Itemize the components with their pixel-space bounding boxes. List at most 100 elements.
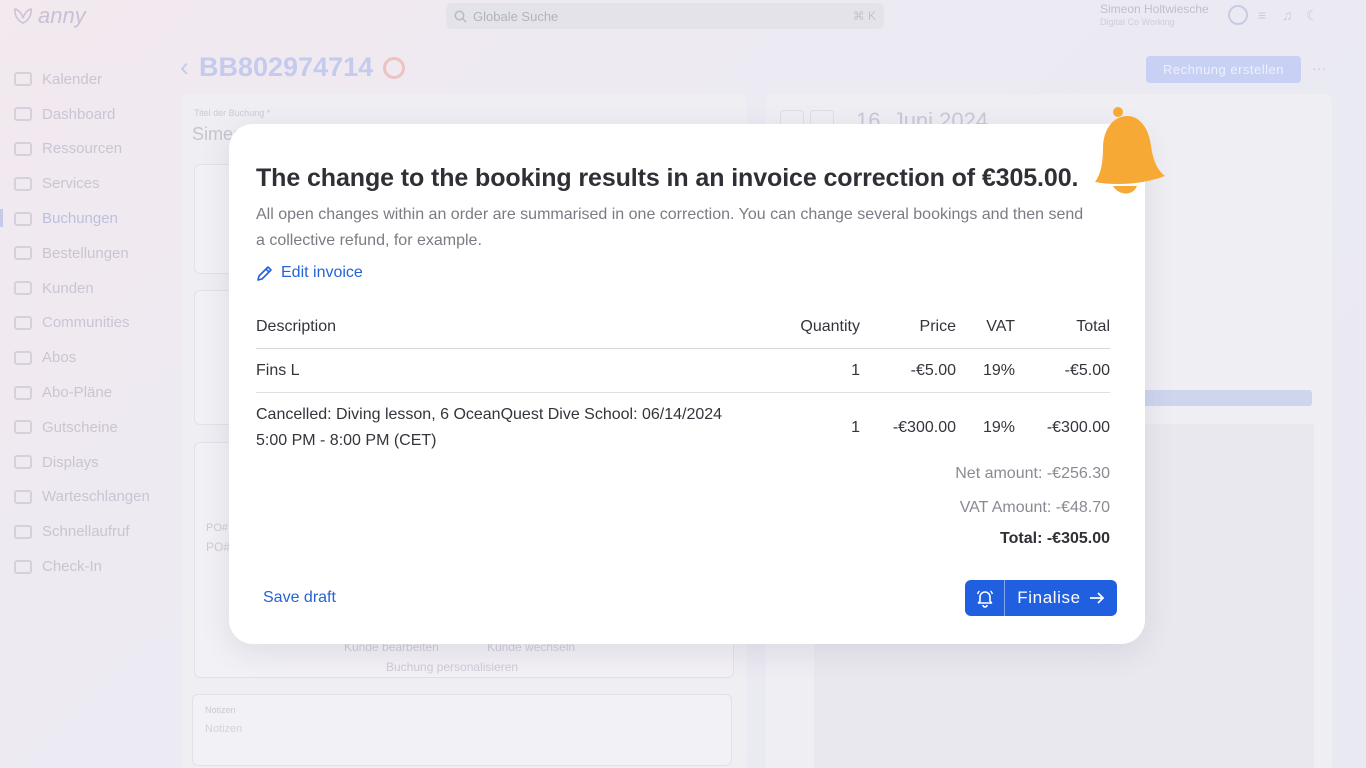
sidebar-item-displays[interactable]: Displays bbox=[0, 445, 180, 480]
booking-id: BB802974714 bbox=[199, 52, 374, 82]
avatar[interactable] bbox=[1228, 5, 1248, 25]
tag-icon bbox=[14, 420, 32, 435]
sidebar-item-label: Ressourcen bbox=[42, 140, 123, 158]
arrow-right-icon bbox=[1089, 592, 1104, 604]
notes-label: Notizen bbox=[205, 705, 236, 715]
check-in-icon bbox=[14, 559, 32, 574]
notes-input[interactable]: Notizen bbox=[205, 723, 242, 735]
sidebar-item-warteschlangen[interactable]: Warteschlangen bbox=[0, 480, 180, 515]
header-total: Total bbox=[1076, 318, 1110, 335]
cart-icon bbox=[14, 246, 32, 261]
sidebar-item-label: Schnellaufruf bbox=[42, 523, 130, 541]
header-price: Price bbox=[919, 318, 956, 335]
sidebar-item-label: Displays bbox=[42, 453, 99, 471]
table-header: Description Quantity Price VAT Total bbox=[256, 306, 1110, 349]
users-icon bbox=[14, 281, 32, 296]
sidebar-item-check-in[interactable]: Check-In bbox=[0, 549, 180, 584]
sidebar-item-kunden[interactable]: Kunden bbox=[0, 271, 180, 306]
app-name: anny bbox=[38, 3, 86, 28]
sidebar-item-services[interactable]: Services bbox=[0, 166, 180, 201]
dark-mode-icon[interactable]: ☾ bbox=[1306, 8, 1320, 22]
total-amount: Total: -€305.00 bbox=[1000, 530, 1110, 547]
header-vat: VAT bbox=[986, 318, 1015, 335]
finalise-label: Finalise bbox=[1017, 588, 1081, 607]
bell-icon bbox=[1095, 107, 1165, 194]
sidebar-item-bestellungen[interactable]: Bestellungen bbox=[0, 236, 180, 271]
app-logo: anny bbox=[12, 3, 86, 29]
po-value[interactable]: PO# bbox=[206, 540, 230, 554]
user-info[interactable]: Simeon Holtwiesche Digital Co Working bbox=[1100, 3, 1209, 29]
sidebar-item-label: Dashboard bbox=[42, 105, 116, 123]
sidebar-item-label: Check-In bbox=[42, 558, 103, 576]
sidebar-item-label: Abos bbox=[42, 349, 77, 367]
history-icon bbox=[14, 350, 32, 365]
back-chevron-icon[interactable]: ‹ bbox=[180, 52, 189, 83]
sidebar-item-label: Bestellungen bbox=[42, 244, 129, 262]
sidebar-item-kalender[interactable]: Kalender bbox=[0, 62, 180, 97]
sidebar-item-gutscheine[interactable]: Gutscheine bbox=[0, 410, 180, 445]
row-description: Fins L bbox=[256, 361, 300, 379]
sidebar-item-schnellaufruf[interactable]: Schnellaufruf bbox=[0, 514, 180, 549]
row-quantity: 1 bbox=[851, 361, 860, 379]
community-icon bbox=[14, 315, 32, 330]
stack-icon bbox=[14, 524, 32, 539]
invoice-table: Description Quantity Price VAT Total Fin… bbox=[256, 306, 1110, 463]
resources-icon bbox=[14, 141, 32, 156]
sidebar-item-buchungen[interactable]: Buchungen bbox=[0, 201, 180, 236]
finalise-label-wrap: Finalise bbox=[1005, 580, 1117, 616]
notify-toggle[interactable] bbox=[965, 580, 1005, 616]
crown-icon bbox=[14, 385, 32, 400]
edit-invoice-label: Edit invoice bbox=[281, 264, 363, 281]
sidebar-item-label: Buchungen bbox=[42, 210, 118, 228]
magic-wand-icon bbox=[14, 176, 32, 191]
create-invoice-button[interactable]: Rechnung erstellen bbox=[1146, 56, 1301, 83]
header-description: Description bbox=[256, 318, 337, 335]
invoice-correction-modal: The change to the booking results in an … bbox=[229, 124, 1145, 644]
sidebar-item-abo-pl-ne[interactable]: Abo-Pläne bbox=[0, 375, 180, 410]
save-draft-button[interactable]: Save draft bbox=[263, 589, 336, 607]
more-options-icon[interactable]: ··· bbox=[1312, 60, 1326, 76]
sidebar-item-label: Communities bbox=[42, 314, 130, 332]
row-total: -€5.00 bbox=[1064, 361, 1110, 379]
sidebar-item-label: Kunden bbox=[42, 279, 94, 297]
title-label: Titel der Buchung * bbox=[194, 108, 271, 118]
edit-invoice-link[interactable]: Edit invoice bbox=[256, 264, 363, 282]
calendar-event[interactable] bbox=[1136, 390, 1312, 406]
sidebar-item-ressourcen[interactable]: Ressourcen bbox=[0, 132, 180, 167]
top-icons: ≡ ♫ ☾ bbox=[1228, 5, 1320, 25]
row-vat: 19% bbox=[982, 361, 1015, 379]
sidebar-item-label: Gutscheine bbox=[42, 418, 118, 436]
sidebar-item-abos[interactable]: Abos bbox=[0, 340, 180, 375]
finalise-button[interactable]: Finalise bbox=[965, 580, 1117, 616]
calendar-book-icon bbox=[14, 72, 32, 87]
table-row: Cancelled: Diving lesson, 6 OceanQuest D… bbox=[256, 393, 1110, 463]
row-total: -€300.00 bbox=[1046, 419, 1110, 436]
row-price: -€5.00 bbox=[910, 361, 956, 379]
user-name: Simeon Holtwiesche bbox=[1100, 2, 1209, 16]
page-header: ‹ BB802974714 bbox=[180, 52, 406, 83]
table-row: Fins L 1 -€5.00 19% -€5.00 bbox=[256, 349, 1110, 393]
bell-ring-icon bbox=[976, 590, 993, 608]
row-vat: 19% bbox=[982, 419, 1015, 436]
queue-icon bbox=[14, 489, 32, 504]
sidebar: Kalender Dashboard Ressourcen Services Buchu… bbox=[0, 62, 180, 584]
cancelled-icon bbox=[383, 56, 406, 79]
notification-bell-icon[interactable]: ♫ bbox=[1282, 8, 1296, 22]
sidebar-item-dashboard[interactable]: Dashboard bbox=[0, 97, 180, 132]
sidebar-item-label: Warteschlangen bbox=[42, 488, 150, 506]
user-org: Digital Co Working bbox=[1100, 17, 1175, 27]
display-icon bbox=[14, 455, 32, 470]
modal-title: The change to the booking results in an … bbox=[256, 164, 1079, 192]
row-quantity: 1 bbox=[851, 419, 860, 436]
calendar-check-icon bbox=[14, 211, 32, 226]
menu-icon[interactable]: ≡ bbox=[1258, 8, 1272, 22]
top-bar: anny Globale Suche ⌘ K Simeon Holtwiesch… bbox=[0, 0, 1366, 32]
sidebar-item-label: Kalender bbox=[42, 70, 103, 88]
personalize-booking-link[interactable]: Buchung personalisieren bbox=[386, 660, 518, 674]
vat-amount: VAT Amount: -€48.70 bbox=[959, 499, 1110, 516]
sidebar-item-communities[interactable]: Communities bbox=[0, 306, 180, 341]
sidebar-item-label: Abo-Pläne bbox=[42, 384, 113, 402]
row-price: -€300.00 bbox=[892, 419, 956, 436]
global-search-input[interactable]: Globale Suche ⌘ K bbox=[446, 3, 884, 29]
search-shortcut: ⌘ K bbox=[852, 9, 876, 23]
